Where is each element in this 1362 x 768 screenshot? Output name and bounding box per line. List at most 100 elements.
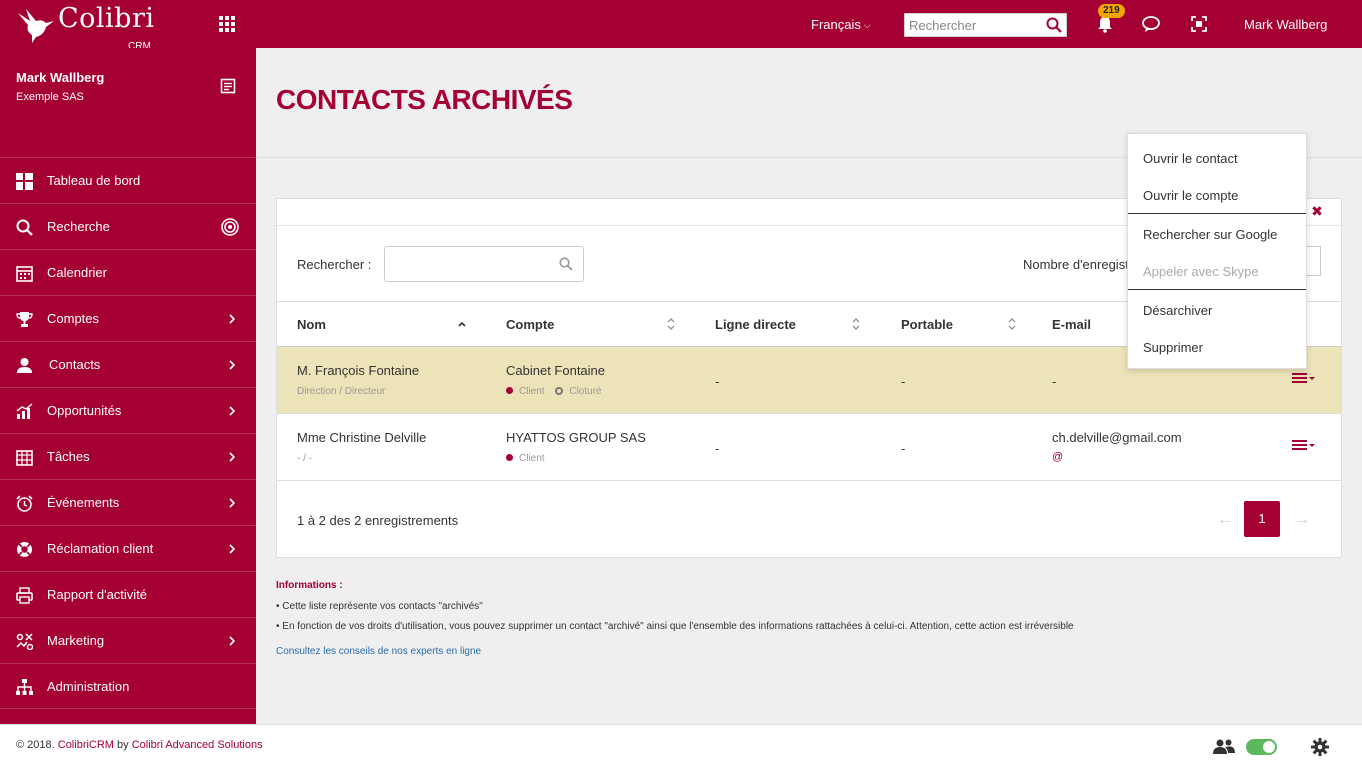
gear-icon[interactable] — [1311, 738, 1329, 756]
hummingbird-icon — [18, 9, 54, 43]
trophy-icon — [16, 312, 33, 327]
sidebar-item-calendar[interactable]: Calendrier — [0, 249, 256, 295]
lifebuoy-icon — [17, 542, 32, 557]
chevron-right-icon — [229, 452, 236, 462]
row-context-menu: Ouvrir le contact Ouvrir le compte Reche… — [1127, 133, 1307, 369]
sidebar-item-label: Tâches — [47, 449, 90, 464]
menu-divider — [1128, 213, 1306, 214]
records-count-label: Nombre d'enregist — [1023, 257, 1129, 272]
chat-icon[interactable] — [1142, 15, 1162, 33]
search-icon — [16, 219, 33, 236]
footer: © 2018. ColibriCRM by Colibri Advanced S… — [0, 724, 1362, 768]
logo[interactable]: Colibri CRM — [16, 3, 166, 52]
sitemap-icon — [16, 679, 33, 695]
sidebar-item-search[interactable]: Recherche — [0, 203, 256, 249]
status-badge: Cloturé — [555, 386, 602, 397]
cell-name: Mme Christine Delville - / - — [277, 413, 486, 481]
chevron-right-icon — [229, 636, 236, 646]
sidebar-item-label: Contacts — [49, 357, 101, 372]
chevron-right-icon — [229, 360, 236, 370]
menu-item-skype-call: Appeler avec Skype — [1143, 264, 1259, 279]
sidebar-item-opportunities[interactable]: Opportunités — [0, 387, 256, 433]
sidebar-item-marketing[interactable]: Marketing — [0, 617, 256, 663]
column-header-direct-line[interactable]: Ligne directe — [695, 301, 881, 347]
column-header-name[interactable]: Nom — [277, 301, 486, 347]
row-menu-icon[interactable] — [1292, 372, 1316, 384]
client-dot-icon — [506, 454, 513, 461]
close-icon[interactable]: ✖ — [1309, 203, 1325, 219]
table-search-input[interactable] — [385, 247, 555, 281]
menu-item-delete[interactable]: Supprimer — [1143, 340, 1203, 355]
status-badge: Client — [506, 386, 545, 397]
cell-mobile: - — [881, 346, 1032, 414]
sidebar-item-label: Recherche — [47, 219, 110, 234]
sidebar-item-tasks[interactable]: Tâches — [0, 433, 256, 479]
row-menu-icon[interactable] — [1292, 439, 1316, 451]
page-title: CONTACTS ARCHIVÉS — [276, 84, 573, 115]
table-search-label: Rechercher : — [297, 257, 372, 272]
sidebar-item-events[interactable]: Événements — [0, 479, 256, 525]
language-selector[interactable]: Français ⌵ — [811, 17, 871, 32]
company-link[interactable]: Colibri Advanced Solutions — [132, 739, 263, 751]
sidebar-menu: Tableau de bord Recherche Calendrier Com… — [0, 157, 256, 709]
contact-card-icon[interactable] — [220, 78, 236, 94]
search-icon[interactable] — [1046, 17, 1062, 33]
email-link[interactable]: ch.delville@gmail.com — [1052, 430, 1265, 445]
sidebar-item-label: Réclamation client — [47, 541, 154, 556]
menu-item-open-contact[interactable]: Ouvrir le contact — [1143, 151, 1238, 166]
online-toggle[interactable] — [1246, 739, 1277, 755]
status-badge: Client — [506, 453, 545, 464]
tasks-icon — [16, 450, 33, 466]
column-header-mobile[interactable]: Portable — [881, 301, 1032, 347]
sidebar-item-dashboard[interactable]: Tableau de bord — [0, 157, 256, 203]
app-link[interactable]: ColibriCRM — [58, 739, 114, 751]
email-at-icon[interactable]: @ — [1052, 451, 1265, 463]
info-title: Informations : — [276, 580, 343, 591]
chevron-right-icon — [229, 406, 236, 416]
sort-icon — [1008, 318, 1016, 330]
pagination-prev[interactable]: ← — [1217, 511, 1233, 529]
sidebar-item-label: Calendrier — [47, 265, 107, 280]
sidebar-item-label: Comptes — [47, 311, 100, 326]
fullscreen-icon[interactable] — [1191, 16, 1207, 32]
sidebar-item-label: Tableau de bord — [47, 173, 141, 188]
pagination-next[interactable]: → — [1294, 511, 1310, 529]
sidebar-item-administration[interactable]: Administration — [0, 663, 256, 709]
column-header-account[interactable]: Compte — [486, 301, 695, 347]
search-icon[interactable] — [559, 257, 573, 271]
top-search-input[interactable] — [905, 14, 1041, 36]
target-icon[interactable] — [221, 218, 239, 236]
sidebar-item-label: Rapport d'activité — [47, 587, 148, 602]
users-icon[interactable] — [1213, 738, 1235, 756]
sidebar: Mark Wallberg Exemple SAS Tableau de bor… — [0, 48, 256, 724]
contact-name[interactable]: Mme Christine Delville — [297, 430, 486, 445]
sidebar-item-contacts[interactable]: Contacts — [0, 341, 256, 387]
cell-account: Cabinet Fontaine Client Cloturé — [486, 346, 695, 414]
cell-direct-line: - — [695, 413, 881, 481]
menu-item-google-search[interactable]: Rechercher sur Google — [1143, 227, 1277, 242]
sidebar-item-accounts[interactable]: Comptes — [0, 295, 256, 341]
table-row[interactable]: Mme Christine Delville - / - HYATTOS GRO… — [277, 413, 1341, 481]
cell-mobile: - — [881, 413, 1032, 481]
account-name[interactable]: HYATTOS GROUP SAS — [506, 430, 695, 445]
account-name[interactable]: Cabinet Fontaine — [506, 363, 695, 378]
sort-icon — [667, 318, 675, 330]
sort-asc-icon — [458, 321, 466, 327]
calendar-icon — [16, 266, 33, 282]
header-user-name[interactable]: Mark Wallberg — [1244, 17, 1327, 32]
sidebar-item-activity-report[interactable]: Rapport d'activité — [0, 571, 256, 617]
top-search — [904, 13, 1067, 37]
contact-name[interactable]: M. François Fontaine — [297, 363, 486, 378]
dashboard-icon — [16, 173, 33, 190]
sidebar-user-name: Mark Wallberg — [16, 70, 105, 85]
copyright: © 2018. ColibriCRM by Colibri Advanced S… — [16, 739, 263, 751]
menu-item-unarchive[interactable]: Désarchiver — [1143, 303, 1212, 318]
apps-grid-icon[interactable] — [219, 16, 235, 32]
sidebar-item-claims[interactable]: Réclamation client — [0, 525, 256, 571]
pagination-page-1[interactable]: 1 — [1244, 501, 1280, 537]
printer-icon — [16, 587, 33, 604]
sort-icon — [852, 318, 860, 330]
menu-item-open-account[interactable]: Ouvrir le compte — [1143, 188, 1238, 203]
experts-link[interactable]: Consultez les conseils de nos experts en… — [276, 646, 481, 657]
sidebar-item-label: Administration — [47, 679, 130, 694]
